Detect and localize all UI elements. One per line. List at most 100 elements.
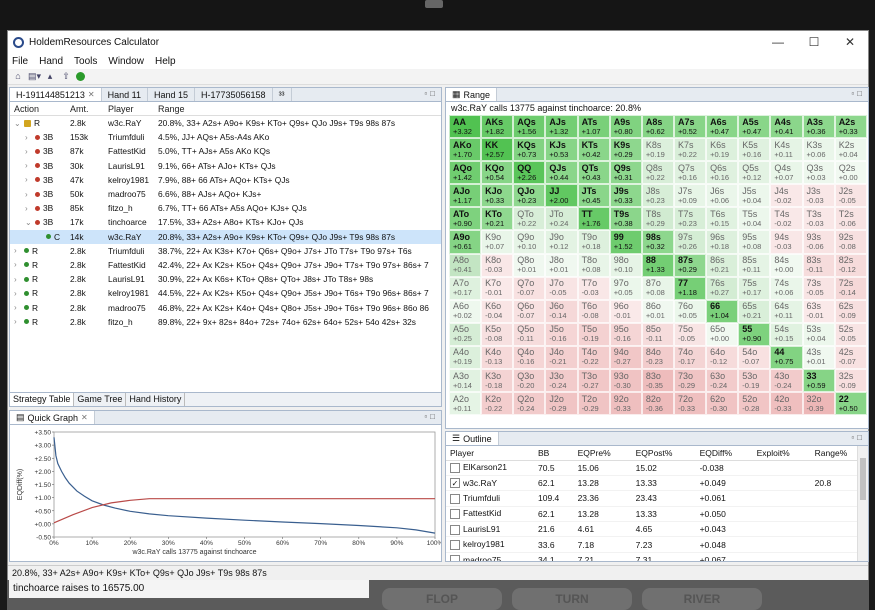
outline-col-header[interactable]: Player	[446, 446, 534, 461]
range-cell[interactable]: J2o -0.29	[545, 392, 578, 416]
range-cell[interactable]: 95o -0.16	[609, 322, 642, 346]
range-cell[interactable]: A8o +0.41	[449, 253, 482, 277]
range-cell[interactable]: A3s +0.36	[802, 115, 835, 139]
range-cell[interactable]: 64o -0.12	[706, 345, 739, 370]
range-cell[interactable]: 85s +0.11	[738, 253, 771, 277]
range-cell[interactable]: Q3o -0.20	[513, 369, 546, 393]
range-cell[interactable]: T7o -0.03	[577, 276, 610, 300]
range-cell[interactable]: AQo +1.42	[449, 161, 482, 185]
range-cell[interactable]: T9s +0.38	[609, 207, 642, 231]
range-cell[interactable]: JJ +2.00	[545, 184, 578, 208]
range-cell[interactable]: A2o +0.11	[449, 392, 482, 416]
menu-window[interactable]: Window	[108, 56, 144, 67]
range-cell[interactable]: T3o -0.27	[577, 369, 610, 393]
range-cell[interactable]: K2s +0.04	[834, 138, 867, 162]
range-cell[interactable]: 53s +0.04	[802, 322, 835, 346]
panel-controls-icon[interactable]: ▫□	[851, 89, 865, 98]
minimize-button[interactable]: —	[760, 35, 796, 49]
range-cell[interactable]: 73o -0.29	[673, 369, 707, 393]
range-cell[interactable]: Q7o -0.07	[513, 276, 546, 300]
checkbox[interactable]	[450, 463, 460, 474]
range-cell[interactable]: A4o +0.19	[449, 345, 482, 370]
expand-chevron-icon[interactable]: ›	[14, 246, 21, 255]
range-cell[interactable]: KQs +0.73	[513, 138, 546, 162]
range-cell[interactable]: Q3s +0.03	[802, 161, 835, 185]
range-cell[interactable]: Q5o -0.11	[513, 322, 546, 346]
range-cell[interactable]: T6s +0.15	[706, 207, 739, 231]
outline-row[interactable]: ElKarson21 70.5 15.06 15.02 -0.038	[446, 460, 868, 476]
expand-chevron-icon[interactable]: ›	[14, 260, 21, 269]
range-cell[interactable]: QQ +2.26	[513, 161, 546, 185]
range-cell[interactable]: 75s +0.17	[738, 276, 771, 300]
range-cell[interactable]: KK +2.57	[481, 138, 514, 162]
scrollbar-thumb[interactable]	[860, 458, 866, 500]
range-cell[interactable]: A2s +0.33	[834, 115, 867, 139]
checked-checkbox[interactable]: ✓	[450, 478, 460, 489]
checkbox[interactable]	[450, 540, 460, 551]
tab-range[interactable]: ▦ Range	[446, 88, 498, 101]
range-cell[interactable]: A5o +0.25	[449, 322, 482, 346]
range-cell[interactable]: J7s +0.09	[673, 184, 707, 208]
run-icon[interactable]	[76, 72, 85, 81]
range-cell[interactable]: J4o -0.21	[545, 345, 578, 370]
range-cell[interactable]: K9s +0.29	[609, 138, 642, 162]
checkbox[interactable]	[450, 555, 460, 561]
range-cell[interactable]: J6o -0.14	[545, 299, 578, 323]
range-cell[interactable]: 75o -0.05	[673, 322, 707, 346]
range-cell[interactable]: QTs +0.43	[577, 161, 610, 185]
new-hand-icon[interactable]: ▤▾	[28, 71, 41, 82]
range-cell[interactable]: 87o +0.08	[641, 276, 674, 300]
range-cell[interactable]: 44 +0.75	[770, 345, 803, 370]
range-cell[interactable]: 85o -0.11	[641, 322, 674, 346]
range-cell[interactable]: A9s +0.80	[609, 115, 642, 139]
range-cell[interactable]: 83o -0.35	[641, 369, 674, 393]
range-cell[interactable]: A7o +0.17	[449, 276, 482, 300]
range-cell[interactable]: K8s +0.19	[641, 138, 674, 162]
menu-file[interactable]: File	[12, 56, 28, 67]
range-cell[interactable]: AA +3.32	[449, 115, 482, 139]
range-cell[interactable]: T4o -0.22	[577, 345, 610, 370]
range-cell[interactable]: J9o +0.12	[545, 230, 578, 254]
range-cell[interactable]: Q9o +0.10	[513, 230, 546, 254]
expand-chevron-icon[interactable]: ›	[14, 289, 21, 298]
range-cell[interactable]: T3s -0.03	[802, 207, 835, 231]
range-cell[interactable]: 54o -0.07	[738, 345, 771, 370]
tab-game-tree[interactable]: Game Tree	[74, 393, 127, 406]
range-cell[interactable]: Q8o +0.01	[513, 253, 546, 277]
strategy-row[interactable]: › R 2.8k fitzo_h 89.8%, 22+ 9x+ 82s+ 84o+ 72…	[10, 315, 441, 329]
range-cell[interactable]: J5o -0.16	[545, 322, 578, 346]
range-cell[interactable]: TT +1.76	[577, 207, 610, 231]
range-cell[interactable]: AQs +1.56	[513, 115, 546, 139]
header-range[interactable]: Range	[158, 104, 441, 114]
range-cell[interactable]: K3s +0.06	[802, 138, 835, 162]
range-cell[interactable]: K2o -0.22	[481, 392, 514, 416]
range-cell[interactable]: 82o -0.36	[641, 392, 674, 416]
strategy-row[interactable]: › 3B 87k FattestKid 5.0%, TT+ AJs+ A5s AKo K…	[10, 144, 441, 158]
range-cell[interactable]: ATo +0.90	[449, 207, 482, 231]
range-cell[interactable]: 93s -0.06	[802, 230, 835, 254]
range-cell[interactable]: Q5s +0.12	[738, 161, 771, 185]
range-cell[interactable]: T8s +0.29	[641, 207, 674, 231]
range-cell[interactable]: 62s -0.09	[834, 299, 867, 323]
expand-chevron-icon[interactable]: ›	[25, 175, 32, 184]
maximize-button[interactable]: ☐	[796, 35, 832, 49]
range-cell[interactable]: K7s +0.22	[673, 138, 707, 162]
range-cell[interactable]: A5s +0.47	[738, 115, 771, 139]
range-cell[interactable]: J8s +0.23	[641, 184, 674, 208]
range-cell[interactable]: 72s -0.14	[834, 276, 867, 300]
strategy-row[interactable]: › 3B 153k Triumfduli 4.5%, JJ+ AQs+ A5s-A4s …	[10, 130, 441, 144]
range-cell[interactable]: A4s +0.41	[770, 115, 803, 139]
range-cell[interactable]: JTo +0.24	[545, 207, 578, 231]
range-cell[interactable]: KQo +0.54	[481, 161, 514, 185]
turn-button[interactable]: TURN	[512, 588, 632, 610]
range-cell[interactable]: 97o +0.05	[609, 276, 642, 300]
checkbox[interactable]	[450, 493, 460, 504]
range-cell[interactable]: T8o +0.08	[577, 253, 610, 277]
range-cell[interactable]: T7s +0.23	[673, 207, 707, 231]
range-cell[interactable]: A6s +0.47	[706, 115, 739, 139]
range-cell[interactable]: K6o -0.04	[481, 299, 514, 323]
range-cell[interactable]: 94s -0.03	[770, 230, 803, 254]
range-cell[interactable]: K8o -0.03	[481, 253, 514, 277]
tab-hand-history[interactable]: Hand History	[126, 393, 186, 406]
menu-tools[interactable]: Tools	[74, 56, 97, 67]
